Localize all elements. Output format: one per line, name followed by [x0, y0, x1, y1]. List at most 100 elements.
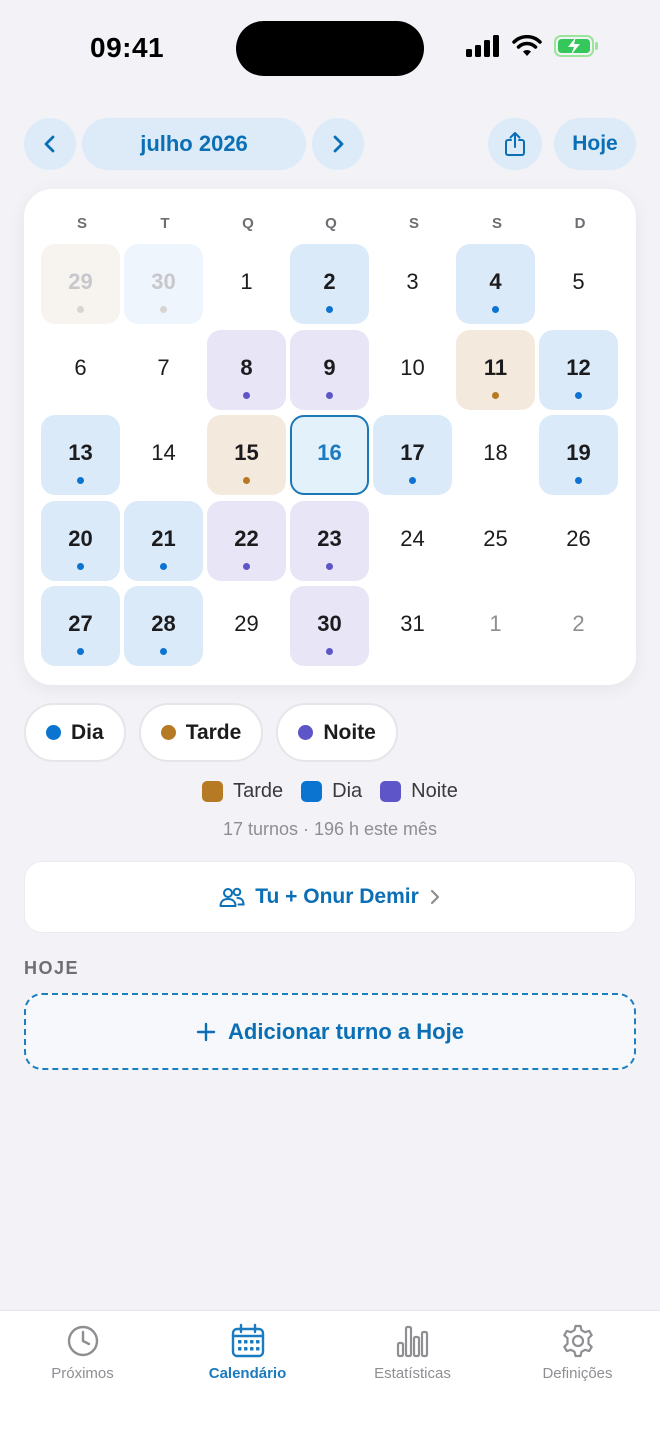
- calendar-cell: 9: [290, 329, 373, 416]
- calendar-day[interactable]: 18: [456, 415, 535, 495]
- calendar-day[interactable]: 28: [124, 586, 203, 666]
- calendar-day[interactable]: 2: [290, 244, 369, 324]
- calendar-card: STQQSSD 29 30 1 2 3 4 5 6 7 8 9 10 11 12 13 14 15 16 17 18 1…: [24, 189, 636, 685]
- calendar-cell: 31: [373, 586, 456, 672]
- month-summary: 17 turnos · 196 h este mês: [222, 819, 438, 839]
- calendar-day[interactable]: 6: [41, 330, 120, 410]
- share-button[interactable]: [488, 118, 542, 170]
- day-number: 9: [323, 354, 336, 380]
- calendar-day[interactable]: 14: [124, 415, 203, 495]
- add-shift-button[interactable]: Adicionar turno a Hoje: [24, 993, 636, 1070]
- next-month-button[interactable]: [312, 118, 364, 170]
- filter-chip-tarde[interactable]: Tarde: [138, 703, 264, 762]
- calendar-day[interactable]: 27: [41, 586, 120, 666]
- calendar-day[interactable]: 7: [124, 330, 203, 410]
- tab-definicoes[interactable]: Definições: [495, 1323, 660, 1382]
- calendar-day[interactable]: 11: [456, 329, 535, 410]
- calendar-day[interactable]: 31: [373, 586, 452, 666]
- today-button[interactable]: Hoje: [554, 118, 636, 170]
- calendar-day[interactable]: 24: [373, 501, 452, 581]
- calendar-cell: 14: [124, 415, 207, 501]
- calendar-day[interactable]: 17: [373, 415, 452, 495]
- calendar-day[interactable]: 9: [290, 329, 369, 410]
- calendar-day[interactable]: 2: [539, 586, 618, 666]
- calendar-day[interactable]: 12: [539, 329, 618, 410]
- previous-month-button[interactable]: [24, 118, 76, 170]
- filter-chip-noite[interactable]: Noite: [276, 703, 398, 762]
- calendar-cell: 2: [290, 244, 373, 330]
- calendar-cell: 15: [207, 415, 290, 501]
- calendar-cell: 7: [124, 330, 207, 416]
- calendar-day[interactable]: 1: [207, 244, 286, 324]
- shift-dot-dia-icon: [77, 648, 84, 655]
- calendar-cell: 4: [456, 244, 539, 330]
- calendar-day[interactable]: 1: [456, 586, 535, 666]
- day-number: 29: [234, 611, 259, 636]
- weekday-label: T: [160, 215, 171, 232]
- calendar-icon: [231, 1323, 264, 1358]
- shift-dot-dia-icon: [77, 562, 84, 570]
- day-number: 20: [68, 525, 93, 551]
- calendar-day[interactable]: 25: [456, 501, 535, 581]
- day-number: 27: [68, 611, 93, 636]
- chevron-left-icon: [44, 135, 55, 153]
- calendar-day[interactable]: 4: [456, 244, 535, 324]
- calendar-cell: 13: [41, 415, 124, 501]
- calendar-day[interactable]: 22: [207, 500, 286, 581]
- day-number: 26: [566, 525, 591, 551]
- partner-compare-button[interactable]: Tu + Onur Demir: [24, 861, 636, 933]
- shift-dot-dia-icon: [77, 477, 84, 484]
- calendar-day[interactable]: 29: [207, 586, 286, 666]
- month-title[interactable]: julho 2026: [82, 118, 306, 170]
- calendar-day[interactable]: 20: [41, 500, 120, 581]
- tab-calendario[interactable]: Calendário: [165, 1323, 330, 1382]
- shift-legend: Tarde Dia Noite: [0, 780, 660, 803]
- calendar-cell: 2: [539, 586, 622, 672]
- tab-label: Estatísticas: [374, 1365, 451, 1382]
- calendar-day[interactable]: 29: [41, 244, 120, 324]
- day-number: 17: [400, 440, 425, 465]
- calendar-cell: 17: [373, 415, 456, 501]
- bar-chart-icon: [396, 1325, 428, 1358]
- signal-icon: [466, 35, 499, 57]
- calendar-cell: 26: [539, 501, 622, 587]
- day-number: 1: [240, 269, 253, 294]
- calendar-day[interactable]: 19: [539, 415, 618, 495]
- calendar-day[interactable]: 10: [373, 330, 452, 410]
- calendar-day[interactable]: 30: [290, 586, 369, 666]
- calendar-cell: 12: [539, 329, 622, 416]
- filter-chip-dia[interactable]: Dia: [24, 703, 126, 762]
- tab-label: Próximos: [51, 1365, 114, 1382]
- tab-proximos[interactable]: Próximos: [0, 1323, 165, 1382]
- calendar-day[interactable]: 3: [373, 244, 452, 324]
- noite-swatch-icon: [380, 781, 402, 802]
- calendar-day[interactable]: 13: [41, 415, 120, 495]
- calendar-day[interactable]: 15: [207, 415, 286, 495]
- calendar-day[interactable]: 8: [207, 329, 286, 410]
- shift-filter-chips: Dia Tarde Noite: [24, 703, 398, 762]
- day-number: 19: [566, 440, 591, 465]
- day-number: 8: [240, 354, 253, 380]
- weekday-header-row: STQQSSD: [41, 215, 621, 232]
- calendar-day[interactable]: 26: [539, 501, 618, 581]
- day-number: 6: [74, 354, 87, 380]
- day-number: 12: [566, 354, 591, 380]
- weekday-label: S: [491, 215, 503, 232]
- shift-dot-dia-icon: [409, 477, 416, 484]
- day-number: 21: [151, 525, 176, 551]
- day-number: 5: [572, 269, 585, 294]
- calendar-day[interactable]: 5: [539, 244, 618, 324]
- day-number: 16: [317, 440, 342, 465]
- day-number: 11: [483, 354, 508, 380]
- noite-dot-icon: [298, 725, 314, 740]
- weekday-label: D: [574, 215, 587, 232]
- calendar-day[interactable]: 21: [124, 500, 203, 581]
- calendar-day[interactable]: 30: [124, 244, 203, 324]
- tab-bar: Próximos Calendário Estatísticas Definiç…: [0, 1310, 660, 1434]
- tab-estatisticas[interactable]: Estatísticas: [330, 1323, 495, 1382]
- chevron-right-icon: [333, 135, 344, 153]
- calendar-day-today[interactable]: 16: [290, 415, 369, 495]
- calendar-day[interactable]: 23: [290, 500, 369, 581]
- legend-label: Noite: [411, 780, 458, 802]
- filter-chip-label: Tarde: [185, 720, 242, 744]
